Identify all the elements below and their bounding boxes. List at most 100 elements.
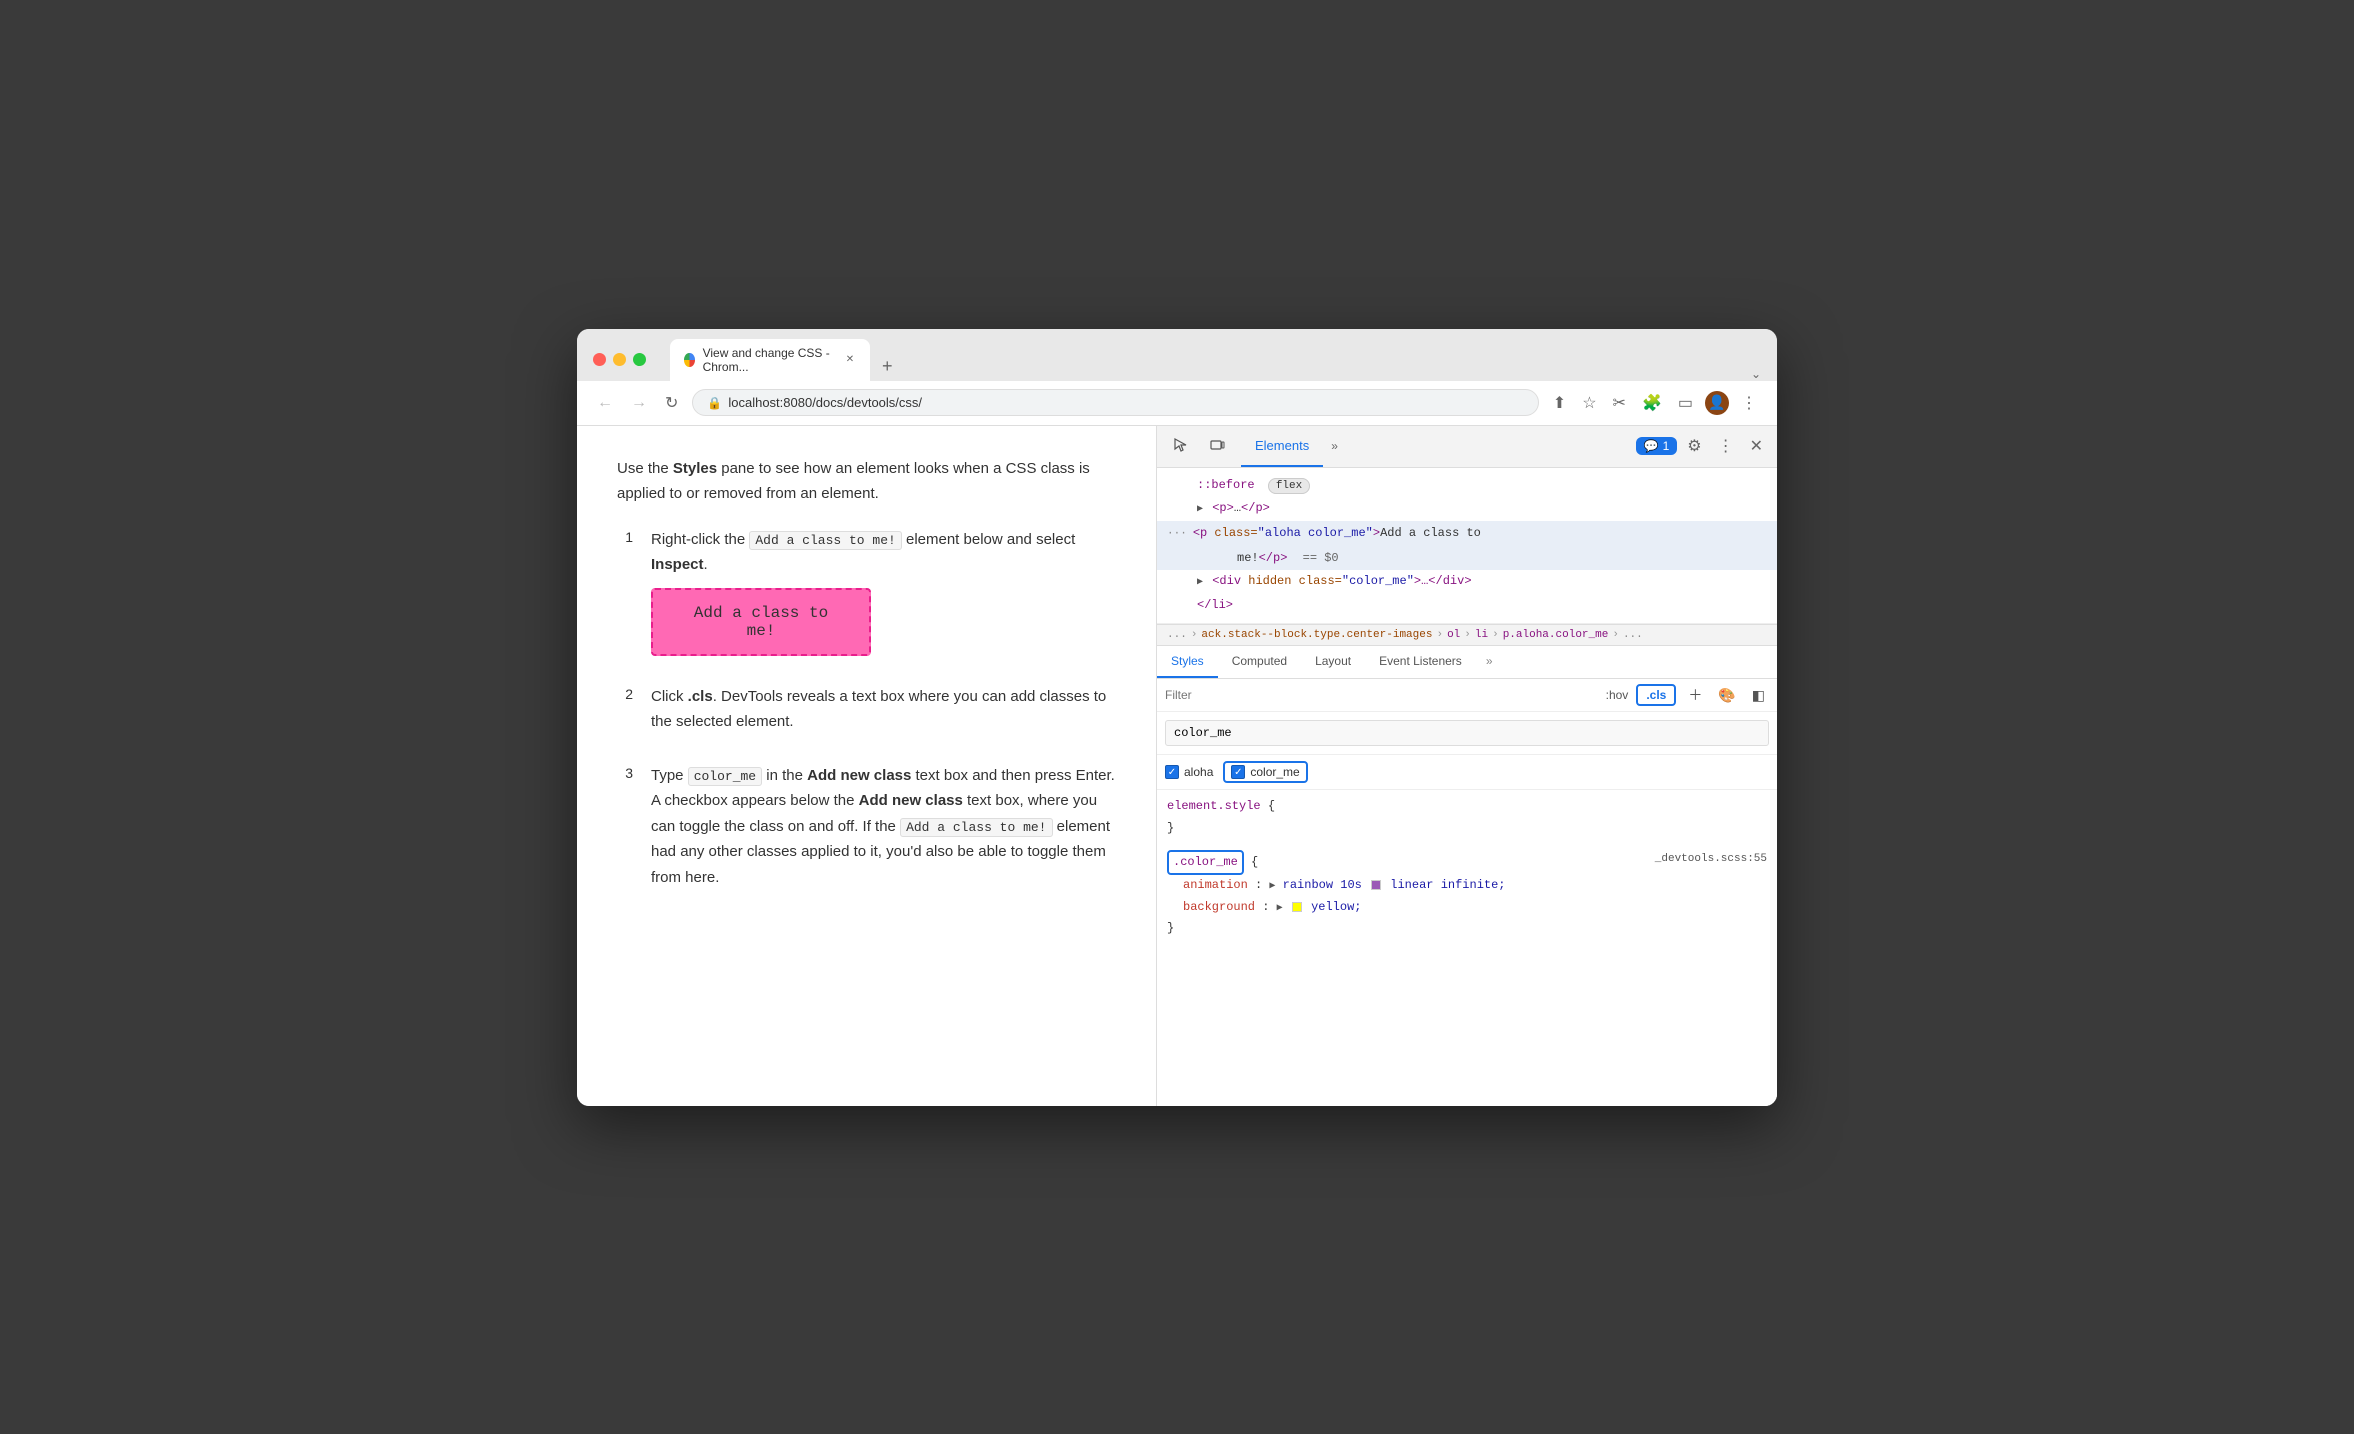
filter-input[interactable] [1165,688,1598,702]
new-tab-button[interactable]: + [874,352,901,381]
share-icon[interactable]: ⬆ [1549,389,1570,417]
color-me-checkbox-item[interactable]: ✓ color_me [1223,761,1307,783]
class-text-input[interactable] [1165,720,1769,746]
styles-tab-layout[interactable]: Layout [1301,646,1365,678]
profile-avatar[interactable]: 👤 [1705,391,1729,415]
back-button[interactable]: ← [593,390,617,416]
step-2-bold: .cls [688,688,713,705]
devtools-close-icon[interactable]: ✕ [1744,432,1769,460]
elements-tab[interactable]: Elements [1241,426,1323,468]
bc-p[interactable]: p.aloha.color_me [1503,629,1609,641]
devtools-panel: Elements » 💬 1 ⚙ ⋮ ✕ ::bef [1157,426,1777,1106]
tab-title: View and change CSS - Chrom... [703,346,836,374]
bc-end-more[interactable]: ... [1623,629,1643,641]
hov-button[interactable]: :hov [1606,688,1629,702]
element-style-rule: element.style { } [1167,796,1767,839]
traffic-lights [593,353,646,366]
styles-tab-event-listeners[interactable]: Event Listeners [1365,646,1476,678]
shadow-button[interactable]: ◧ [1748,685,1769,706]
class-input-area [1157,712,1777,755]
settings-icon[interactable]: ⚙ [1681,432,1707,460]
color-me-selector[interactable]: .color_me [1167,850,1244,876]
url-lock-icon: 🔒 [707,396,722,410]
bookmark-icon[interactable]: ☆ [1578,389,1600,417]
more-tabs-button[interactable]: » [1323,439,1346,453]
step-3-content: Type color_me in the Add new class text … [651,763,1116,891]
styles-tab-more[interactable]: » [1476,646,1503,678]
css-rules: element.style { } .color_me { _devtools.… [1157,790,1777,1105]
step-3-bold-1: Add new class [807,767,911,784]
aloha-checkbox-item[interactable]: ✓ aloha [1165,765,1213,779]
styles-tabs: Styles Computed Layout Event Listeners » [1157,646,1777,679]
step-3-code-2: Add a class to me! [900,818,1052,837]
cursor-select-button[interactable] [1165,431,1197,462]
dom-row-p-empty[interactable]: ▶ <p>…</p> [1157,497,1777,521]
title-bar: View and change CSS - Chrom... ✕ + ⌄ [577,329,1777,381]
dom-row-div[interactable]: ▶ <div hidden class="color_me">…</div> [1157,570,1777,594]
step-list: 1 Right-click the Add a class to me! ele… [617,527,1116,891]
step-1-bold: Inspect [651,556,704,573]
step-number-1: 1 [617,527,633,656]
step-number-3: 3 [617,763,633,891]
extension-icon[interactable]: 🧩 [1638,389,1666,417]
styles-tab-computed[interactable]: Computed [1218,646,1301,678]
color-me-rule: .color_me { _devtools.scss:55 animation … [1167,850,1767,940]
filter-bar: :hov .cls ＋ 🎨 ◧ [1157,679,1777,712]
animation-prop: animation [1183,878,1248,892]
step-3-bold-2: Add new class [859,792,963,809]
bc-stack[interactable]: ack.stack--block.type.center-images [1201,629,1432,641]
cls-button[interactable]: .cls [1636,684,1676,706]
forward-button[interactable]: → [627,390,651,416]
dom-row-selected-cont[interactable]: me!</p> == $0 [1157,547,1777,571]
close-traffic-light[interactable] [593,353,606,366]
class-checkboxes: ✓ aloha ✓ color_me [1157,755,1777,790]
step-3-code-1: color_me [688,767,762,786]
styles-tab-styles[interactable]: Styles [1157,646,1218,678]
intro-paragraph: Use the Styles pane to see how an elemen… [617,456,1116,507]
bc-ol[interactable]: ol [1447,629,1460,641]
tab-favicon [684,353,695,367]
aloha-checkbox[interactable]: ✓ [1165,765,1179,779]
address-bar: ← → ↻ 🔒 localhost:8080/docs/devtools/css… [577,381,1777,426]
breadcrumb-more[interactable]: ... [1167,629,1187,641]
cut-icon[interactable]: ✂ [1609,389,1630,417]
color-palette-button[interactable]: 🎨 [1714,685,1739,706]
url-text: localhost:8080/docs/devtools/css/ [728,395,922,410]
bc-li[interactable]: li [1475,629,1488,641]
intro-bold-styles: Styles [673,460,717,477]
dom-row-before[interactable]: ::before flex [1157,474,1777,498]
color-me-label: color_me [1250,765,1299,779]
demo-button[interactable]: Add a class to me! [651,588,871,656]
tab-close-button[interactable]: ✕ [844,352,856,368]
devtools-more-icon[interactable]: ⋮ [1712,432,1740,460]
background-prop: background [1183,900,1255,914]
device-toggle-button[interactable] [1201,431,1233,462]
refresh-button[interactable]: ↻ [661,389,682,417]
dom-row-selected[interactable]: ··· <p class="aloha color_me">Add a clas… [1157,521,1777,547]
color-me-checkbox[interactable]: ✓ [1231,765,1245,779]
step-1-code: Add a class to me! [749,531,901,550]
css-file-ref[interactable]: _devtools.scss:55 [1655,850,1767,870]
yellow-swatch [1292,902,1302,912]
devtools-actions: 💬 1 ⚙ ⋮ ✕ [1636,432,1769,460]
address-actions: ⬆ ☆ ✂ 🧩 ▭ 👤 ⋮ [1549,389,1761,417]
chat-badge[interactable]: 💬 1 [1636,437,1678,455]
tabs-area: View and change CSS - Chrom... ✕ + ⌄ [670,339,1761,381]
tab-dropdown-button[interactable]: ⌄ [1751,367,1761,381]
styles-pane: Styles Computed Layout Event Listeners »… [1157,646,1777,1105]
maximize-traffic-light[interactable] [633,353,646,366]
add-class-button[interactable]: ＋ [1684,683,1706,707]
dom-row-li-close: </li> [1157,594,1777,618]
devtools-tabs: Elements » [1241,426,1632,468]
breadcrumb: ... › ack.stack--block.type.center-image… [1157,624,1777,646]
purple-swatch [1371,880,1381,890]
step-1-content: Right-click the Add a class to me! eleme… [651,527,1116,656]
sidebar-icon[interactable]: ▭ [1674,389,1697,417]
url-bar[interactable]: 🔒 localhost:8080/docs/devtools/css/ [692,389,1538,416]
minimize-traffic-light[interactable] [613,353,626,366]
step-1: 1 Right-click the Add a class to me! ele… [617,527,1116,656]
active-tab[interactable]: View and change CSS - Chrom... ✕ [670,339,870,381]
dom-tree: ::before flex ▶ <p>…</p> ··· <p class="a… [1157,468,1777,625]
chat-count: 1 [1663,439,1670,453]
menu-icon[interactable]: ⋮ [1737,389,1761,417]
